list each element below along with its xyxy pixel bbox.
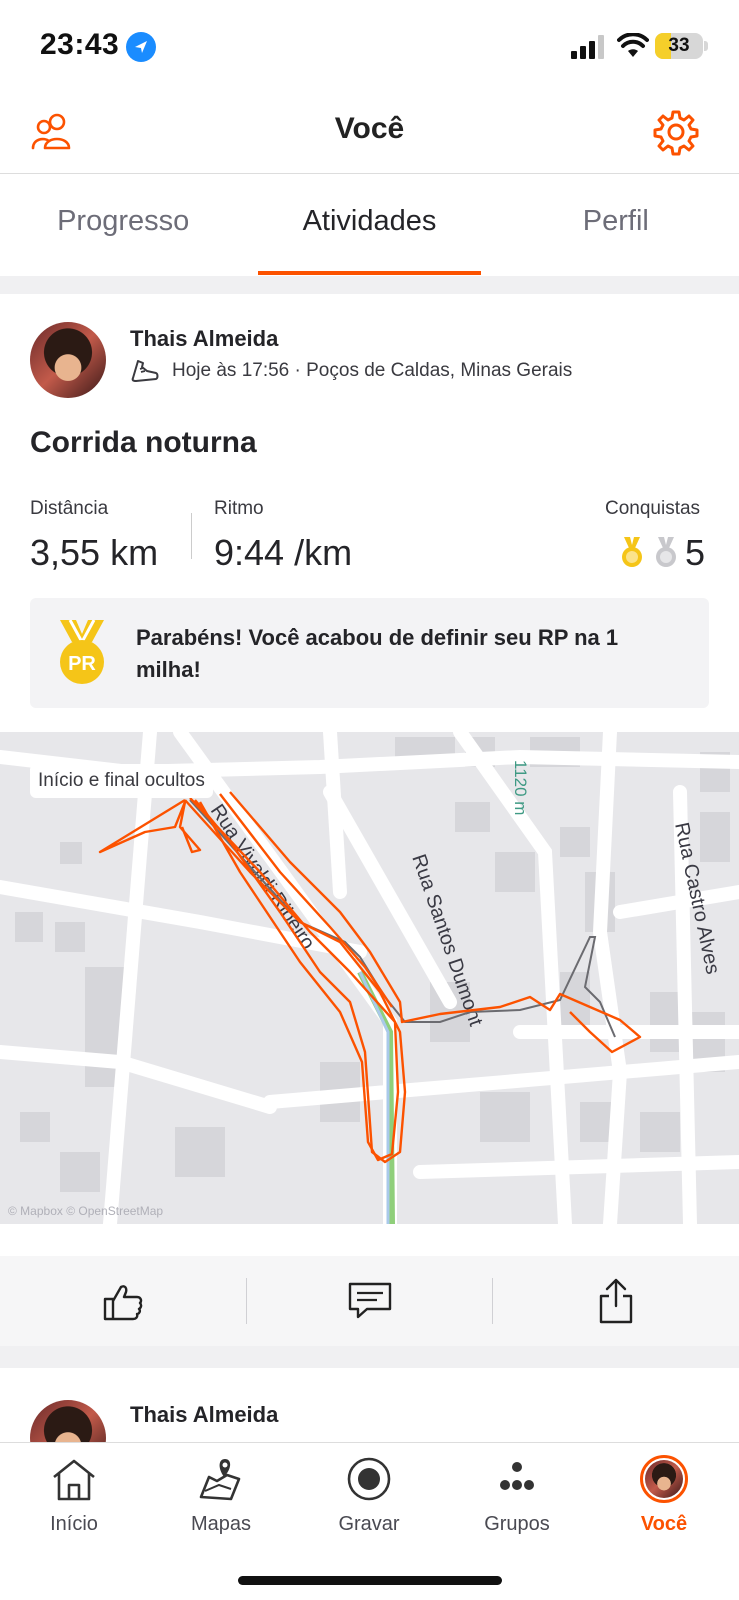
record-icon xyxy=(347,1457,391,1501)
home-indicator xyxy=(238,1576,502,1585)
share-button[interactable] xyxy=(493,1256,739,1346)
nav-label: Grupos xyxy=(484,1513,550,1535)
running-shoe-icon xyxy=(131,360,159,382)
athlete-name[interactable]: Thais Almeida xyxy=(130,326,278,352)
divider xyxy=(0,1346,739,1368)
battery-tip xyxy=(704,41,708,51)
pace-label: Ritmo xyxy=(214,498,264,519)
nav-label: Você xyxy=(640,1513,688,1535)
divider xyxy=(0,276,739,294)
kudos-button[interactable] xyxy=(0,1256,246,1346)
pr-message: Parabéns! Você acabou de definir seu RP … xyxy=(136,625,619,682)
thumbs-up-icon xyxy=(103,1285,143,1321)
activity-actions xyxy=(0,1256,739,1346)
silver-medal-icon xyxy=(656,537,676,567)
pr-badge-text: PR xyxy=(68,653,96,675)
tab-perfil[interactable]: Perfil xyxy=(493,175,739,275)
activity-meta: Hoje às 17:56 · Poços de Caldas, Minas G… xyxy=(130,358,572,384)
tab-atividades[interactable]: Atividades xyxy=(246,175,492,275)
status-bar: 23:43 33 xyxy=(0,0,739,92)
activity-datetime-location: Hoje às 17:56 · Poços de Caldas, Minas G… xyxy=(172,360,573,381)
cellular-signal-icon xyxy=(571,35,604,59)
tab-progresso[interactable]: Progresso xyxy=(0,175,246,275)
page-title: Você xyxy=(334,112,405,145)
avatar xyxy=(640,1455,688,1503)
nav-label: Início xyxy=(50,1513,98,1535)
nav-inicio[interactable]: Início xyxy=(14,1455,134,1536)
nav-voce[interactable]: Você xyxy=(604,1455,724,1536)
gold-medal-icon xyxy=(622,537,642,567)
wifi-icon xyxy=(617,33,649,57)
start-end-hidden-badge: Início e final ocultos xyxy=(30,764,213,798)
activity-map[interactable]: Rua Vivaldi Ribeiro Rua Santos Dumont Ru… xyxy=(0,732,739,1224)
stat-divider xyxy=(191,513,192,559)
achievements-count: 5 xyxy=(685,532,706,573)
battery-indicator: 33 xyxy=(655,33,703,59)
distance-label: Distância xyxy=(30,498,109,519)
nav-grupos[interactable]: Grupos xyxy=(457,1455,577,1536)
pace-value: 9:44 /km xyxy=(214,532,353,573)
athlete-name[interactable]: Thais Almeida xyxy=(130,1402,278,1428)
gear-icon[interactable] xyxy=(652,108,700,156)
athlete-avatar[interactable] xyxy=(30,322,106,398)
pr-medal-icon: PR xyxy=(60,620,104,684)
map-canvas: Rua Vivaldi Ribeiro Rua Santos Dumont Ru… xyxy=(0,732,739,1224)
distance-value: 3,55 km xyxy=(30,532,159,573)
share-icon xyxy=(599,1278,633,1324)
app-header: Você xyxy=(0,92,739,174)
nav-label: Mapas xyxy=(190,1513,252,1535)
nav-label: Gravar xyxy=(338,1513,400,1535)
comment-icon xyxy=(348,1282,391,1319)
home-icon xyxy=(53,1459,95,1501)
pr-banner[interactable]: PR Parabéns! Você acabou de definir seu … xyxy=(30,598,709,708)
nav-mapas[interactable]: Mapas xyxy=(161,1455,281,1536)
elevation-label: 1120 m xyxy=(511,760,530,815)
status-time: 23:43 xyxy=(40,28,120,61)
map-attribution[interactable]: © Mapbox © OpenStreetMap xyxy=(8,1204,163,1218)
comment-button[interactable] xyxy=(247,1256,493,1346)
groups-icon xyxy=(500,1462,534,1490)
map-icon xyxy=(199,1459,241,1501)
nav-gravar[interactable]: Gravar xyxy=(309,1455,429,1536)
tab-bar: Progresso Atividades Perfil xyxy=(0,175,739,275)
location-arrow-icon xyxy=(126,32,156,62)
spacer xyxy=(0,1224,739,1256)
battery-percent: 33 xyxy=(668,35,690,56)
activity-title[interactable]: Corrida noturna xyxy=(30,426,257,460)
achievements-label: Conquistas xyxy=(605,498,701,519)
